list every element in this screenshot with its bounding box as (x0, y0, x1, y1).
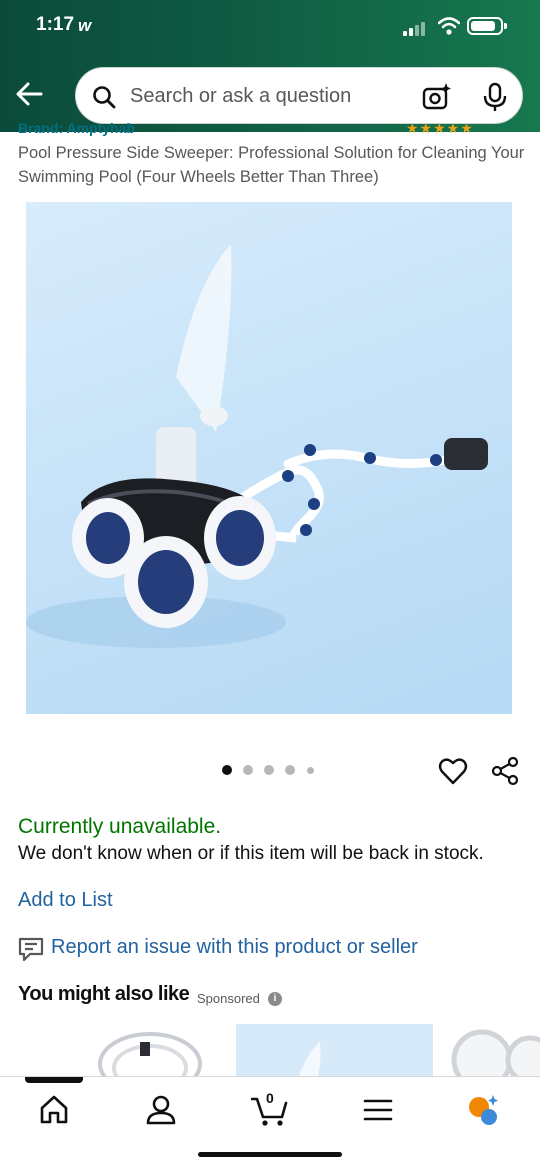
pool-cleaner-illustration (26, 244, 488, 648)
search-placeholder: Search or ask a question (130, 85, 352, 107)
recommendation-card[interactable] (80, 1024, 220, 1076)
home-indicator-bar (198, 1152, 342, 1157)
availability-note: We don't know when or if this item will … (18, 843, 484, 864)
carrier-logo: w (78, 16, 92, 35)
recommendations-carousel (0, 1024, 540, 1076)
feedback-icon (18, 937, 44, 962)
search-input[interactable]: Search or ask a question (75, 67, 523, 124)
rufus-icon[interactable] (467, 1093, 501, 1127)
pagination-dot[interactable] (307, 767, 314, 774)
active-tab-indicator (25, 1077, 83, 1083)
hose-product-image (98, 1032, 202, 1076)
wifi-icon (438, 17, 460, 35)
cleaner-product-image (451, 1029, 540, 1076)
pagination-dot[interactable] (264, 765, 274, 775)
cart-count: 0 (266, 1090, 274, 1106)
brand-rating-row: Brand: Amptyhab ★★★★★ (18, 120, 518, 136)
report-issue-label: Report an issue with this product or sel… (51, 936, 418, 958)
info-icon[interactable]: i (268, 992, 282, 1006)
back-arrow-icon[interactable] (14, 80, 44, 108)
share-icon[interactable] (490, 756, 520, 786)
availability-status: Currently unavailable. (18, 815, 222, 838)
product-title: Pool Pressure Side Sweeper: Professional… (18, 144, 525, 186)
signal-icon (403, 20, 431, 36)
add-to-list-link[interactable]: Add to List (18, 889, 113, 912)
sponsored-label: Sponsored (197, 991, 260, 1006)
rating-stars-icon[interactable]: ★★★★★ (406, 120, 474, 136)
menu-icon[interactable] (361, 1093, 395, 1127)
app-header: 1:17 w Search or ask a question (0, 0, 540, 132)
pagination-dot[interactable] (222, 765, 232, 775)
product-image[interactable] (26, 202, 512, 714)
recommendation-card[interactable] (450, 1024, 540, 1076)
battery-icon (467, 17, 507, 35)
recommendations-title: You might also like (18, 983, 190, 1005)
pagination-dot[interactable] (285, 765, 295, 775)
recommendation-card[interactable] (236, 1024, 433, 1076)
status-bar: 1:17 w (0, 0, 540, 56)
pagination-dot[interactable] (243, 765, 253, 775)
microphone-icon[interactable] (482, 82, 508, 112)
status-time: 1:17 (36, 14, 75, 35)
recommendations-header: You might also like Sponsored i (18, 983, 282, 1006)
camera-sparkle-icon[interactable] (422, 82, 452, 112)
heart-icon[interactable] (438, 756, 468, 786)
search-icon (93, 86, 116, 109)
sweeper-product-image (298, 1042, 321, 1076)
home-icon[interactable] (37, 1093, 71, 1127)
account-icon[interactable] (144, 1093, 178, 1127)
brand-link[interactable]: Brand: Amptyhab (18, 120, 135, 136)
